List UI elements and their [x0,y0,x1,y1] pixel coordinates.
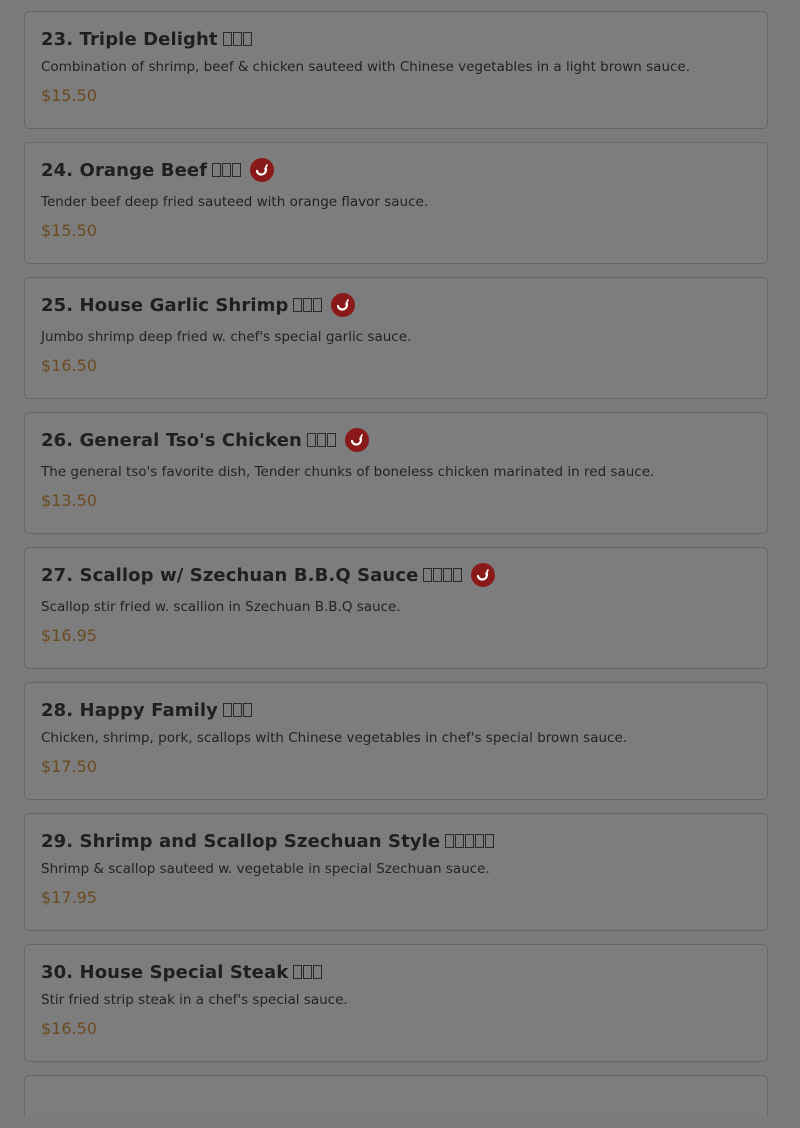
menu-item-description: Shrimp & scallop sauteed w. vegetable in… [41,861,490,877]
menu-item-description: Stir fried strip steak in a chef's speci… [41,992,348,1008]
chinese-name-glyphs [293,965,323,979]
menu-item-title-row: 24. Orange Beef [41,156,751,184]
menu-item-description: The general tso's favorite dish, Tender … [41,464,655,480]
menu-item-price: $15.50 [41,221,97,240]
menu-item-title-row: 30. House Special Steak [41,958,751,986]
chinese-name-glyphs [293,298,323,312]
chinese-name-glyphs [222,32,252,46]
menu-item-title: 26. General Tso's Chicken [41,429,302,451]
menu-item-title-row: 23. Triple Delight [41,25,751,53]
menu-item-title: 28. Happy Family [41,699,218,721]
menu-item-title-row: 27. Scallop w/ Szechuan B.B.Q Sauce [41,561,751,589]
menu-item-title: 29. Shrimp and Scallop Szechuan Style [41,830,441,852]
menu-item-card[interactable]: 30. House Special Steak Stir fried strip… [24,944,768,1062]
menu-item-title-row: 26. General Tso's Chicken [41,426,751,454]
chili-pepper-icon [344,428,369,452]
menu-item-card[interactable]: 23. Triple Delight Combination of shrimp… [24,11,768,129]
menu-item-title: 27. Scallop w/ Szechuan B.B.Q Sauce [41,564,419,586]
menu-item-card[interactable]: 29. Shrimp and Scallop Szechuan Style Sh… [24,813,768,931]
menu-item-description: Jumbo shrimp deep fried w. chef's specia… [41,329,412,345]
menu-item-title: 24. Orange Beef [41,159,208,181]
chinese-name-glyphs [222,703,252,717]
menu-item-list: 23. Triple Delight Combination of shrimp… [24,11,768,1128]
menu-item-price: $15.50 [41,86,97,105]
menu-item-title: 23. Triple Delight [41,28,218,50]
menu-item-card[interactable]: 24. Orange Beef Tender beef deep fried s… [24,142,768,264]
menu-item-description: Scallop stir fried w. scallion in Szechu… [41,599,401,615]
menu-item-card[interactable]: 26. General Tso's Chicken The general ts… [24,412,768,534]
menu-item-description: Chicken, shrimp, pork, scallops with Chi… [41,730,628,746]
menu-item-price: $16.95 [41,626,97,645]
menu-item-title: 30. House Special Steak [41,961,289,983]
menu-item-title-row: 25. House Garlic Shrimp [41,291,751,319]
chinese-name-glyphs [212,163,242,177]
chinese-name-glyphs [423,568,463,582]
menu-item-price: $16.50 [41,356,97,375]
chinese-name-glyphs [445,834,495,848]
menu-item-description: Combination of shrimp, beef & chicken sa… [41,59,691,75]
chili-pepper-icon [331,293,356,317]
menu-item-price: $17.50 [41,757,97,776]
menu-item-title: 25. House Garlic Shrimp [41,294,289,316]
chili-pepper-icon [471,563,496,587]
menu-item-card[interactable]: 25. House Garlic Shrimp Jumbo shrimp dee… [24,277,768,399]
chinese-name-glyphs [306,433,336,447]
menu-item-title-row: 28. Happy Family [41,696,751,724]
menu-item-price: $17.95 [41,888,97,907]
menu-item-description: Tender beef deep fried sauteed with oran… [41,194,429,210]
menu-item-card-partial[interactable] [24,1075,768,1115]
chili-pepper-icon [250,158,275,182]
menu-item-price: $13.50 [41,491,97,510]
menu-item-card[interactable]: 27. Scallop w/ Szechuan B.B.Q Sauce Scal… [24,547,768,669]
menu-item-title-row: 29. Shrimp and Scallop Szechuan Style [41,827,751,855]
menu-item-price: $16.50 [41,1019,97,1038]
menu-item-card[interactable]: 28. Happy Family Chicken, shrimp, pork, … [24,682,768,800]
